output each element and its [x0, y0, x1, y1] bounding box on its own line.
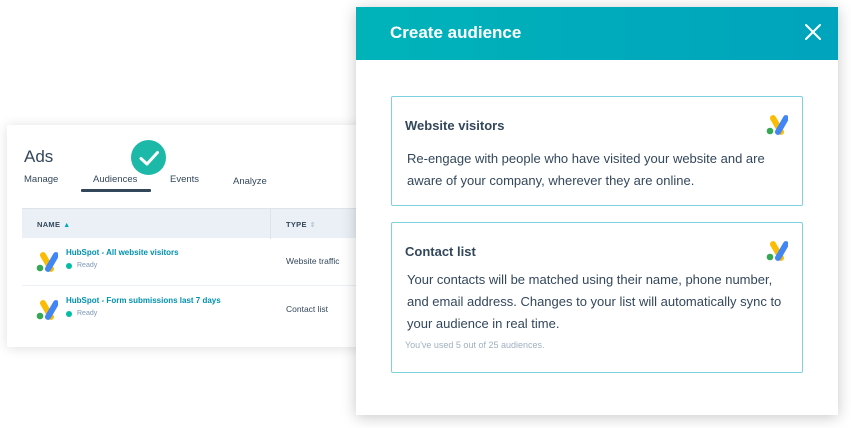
- website-visitors-option[interactable]: Website visitors Re-engage with people w…: [391, 96, 803, 206]
- audience-type: Website traffic: [286, 256, 340, 266]
- google-ads-logo-icon: [36, 252, 59, 277]
- column-header-type[interactable]: TYPE ⇕: [286, 220, 316, 229]
- tab-analyze[interactable]: Analyze: [233, 176, 267, 187]
- active-tab-indicator: [81, 189, 151, 192]
- tab-audiences[interactable]: Audiences: [93, 174, 137, 185]
- page-title: Ads: [24, 147, 54, 166]
- google-ads-logo-icon: [766, 241, 789, 266]
- sort-ascending-icon: ▲: [63, 222, 71, 229]
- google-ads-logo-icon: [766, 115, 789, 140]
- column-header-name[interactable]: NAME ▲: [37, 220, 71, 229]
- table-row[interactable]: HubSpot - Form submissions last 7 days R…: [22, 286, 367, 334]
- check-circle-icon: [131, 140, 166, 175]
- tab-bar: Manage Audiences Events Analyze: [7, 174, 367, 192]
- audience-type: Contact list: [286, 304, 329, 314]
- status-dot-icon: [66, 310, 72, 317]
- ads-card: Ads Manage Audiences Events Analyze NAME…: [7, 125, 367, 347]
- audience-name-link[interactable]: HubSpot - Form submissions last 7 days: [66, 296, 221, 305]
- sort-icon: ⇕: [309, 222, 316, 229]
- option-description: Your contacts will be matched using thei…: [407, 272, 782, 331]
- modal-header: Create audience: [356, 7, 838, 60]
- close-icon[interactable]: [804, 23, 822, 41]
- audience-usage-note: You've used 5 out of 25 audiences.: [405, 340, 545, 350]
- status-badge: Ready: [66, 310, 97, 317]
- create-audience-modal: Create audience Website visitors Re-enga…: [356, 7, 838, 415]
- table-header: NAME ▲ TYPE ⇕: [22, 208, 367, 239]
- option-title: Contact list: [405, 244, 476, 259]
- status-badge: Ready: [66, 262, 97, 269]
- tab-manage[interactable]: Manage: [24, 174, 58, 185]
- modal-title: Create audience: [390, 23, 522, 42]
- option-title: Website visitors: [405, 118, 505, 133]
- column-divider: [270, 209, 271, 239]
- google-ads-logo-icon: [36, 300, 59, 325]
- table-row[interactable]: HubSpot - All website visitors Ready Web…: [22, 238, 367, 286]
- audience-name-link[interactable]: HubSpot - All website visitors: [66, 248, 179, 257]
- contact-list-option[interactable]: Contact list Your contacts will be match…: [391, 222, 803, 373]
- option-description: Re-engage with people who have visited y…: [407, 151, 765, 188]
- tab-events[interactable]: Events: [170, 174, 199, 185]
- status-dot-icon: [66, 262, 72, 269]
